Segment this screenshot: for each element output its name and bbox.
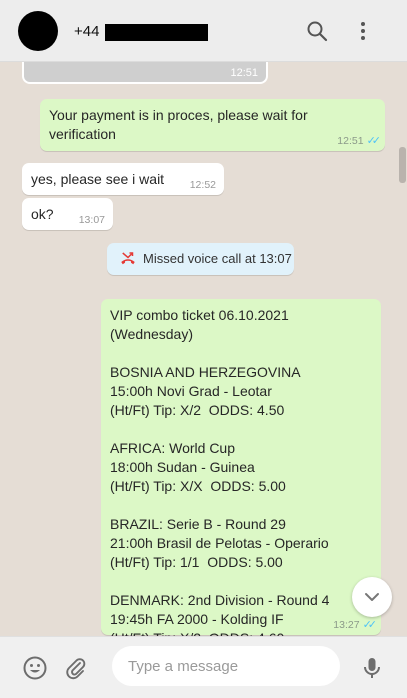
microphone-icon[interactable] xyxy=(359,655,385,681)
missed-call-text: Missed voice call at 13:07 xyxy=(143,251,292,266)
message-text: Your payment is in proces, please wait f… xyxy=(49,107,312,142)
redacted-number-bar xyxy=(105,24,208,41)
chat-header: +44 xyxy=(0,0,407,62)
message-time: 12:51 xyxy=(230,67,258,79)
missed-call-notice: Missed voice call at 13:07 xyxy=(107,243,294,275)
message-meta: 13:27 ✓✓ xyxy=(333,618,378,631)
chat-area[interactable]: 12:51 Your payment is in proces, please … xyxy=(0,62,407,636)
incoming-message[interactable]: ok? 13:07 xyxy=(22,198,113,230)
read-ticks-icon: ✓✓ xyxy=(366,135,382,147)
scroll-down-button[interactable] xyxy=(352,577,392,617)
search-icon[interactable] xyxy=(305,19,329,43)
scrollbar-thumb[interactable] xyxy=(399,147,406,183)
contact-number[interactable]: +44 xyxy=(74,23,99,40)
missed-call-icon xyxy=(121,252,135,265)
chevron-down-icon xyxy=(365,593,379,601)
emoji-icon[interactable] xyxy=(22,655,48,681)
outgoing-message[interactable]: Your payment is in proces, please wait f… xyxy=(40,99,385,151)
avatar[interactable] xyxy=(18,11,58,51)
message-meta: 12:51 ✓✓ xyxy=(337,134,382,147)
message-time: 13:07 xyxy=(78,214,105,226)
message-time: 12:51 xyxy=(337,135,364,147)
message-composer xyxy=(0,636,407,698)
message-text: yes, please see i wait xyxy=(31,171,165,187)
message-time: 12:52 xyxy=(189,179,216,191)
media-message[interactable]: 12:51 xyxy=(22,62,268,84)
message-time: 13:27 xyxy=(333,619,360,631)
message-text: VIP combo ticket 06.10.2021 (Wednesday) … xyxy=(110,307,330,636)
incoming-message[interactable]: yes, please see i wait 12:52 xyxy=(22,163,224,195)
read-ticks-icon: ✓✓ xyxy=(362,619,378,631)
more-vertical-icon[interactable] xyxy=(351,19,375,43)
outgoing-message[interactable]: VIP combo ticket 06.10.2021 (Wednesday) … xyxy=(101,299,381,636)
paperclip-icon[interactable] xyxy=(63,655,89,681)
message-input[interactable] xyxy=(112,646,340,686)
